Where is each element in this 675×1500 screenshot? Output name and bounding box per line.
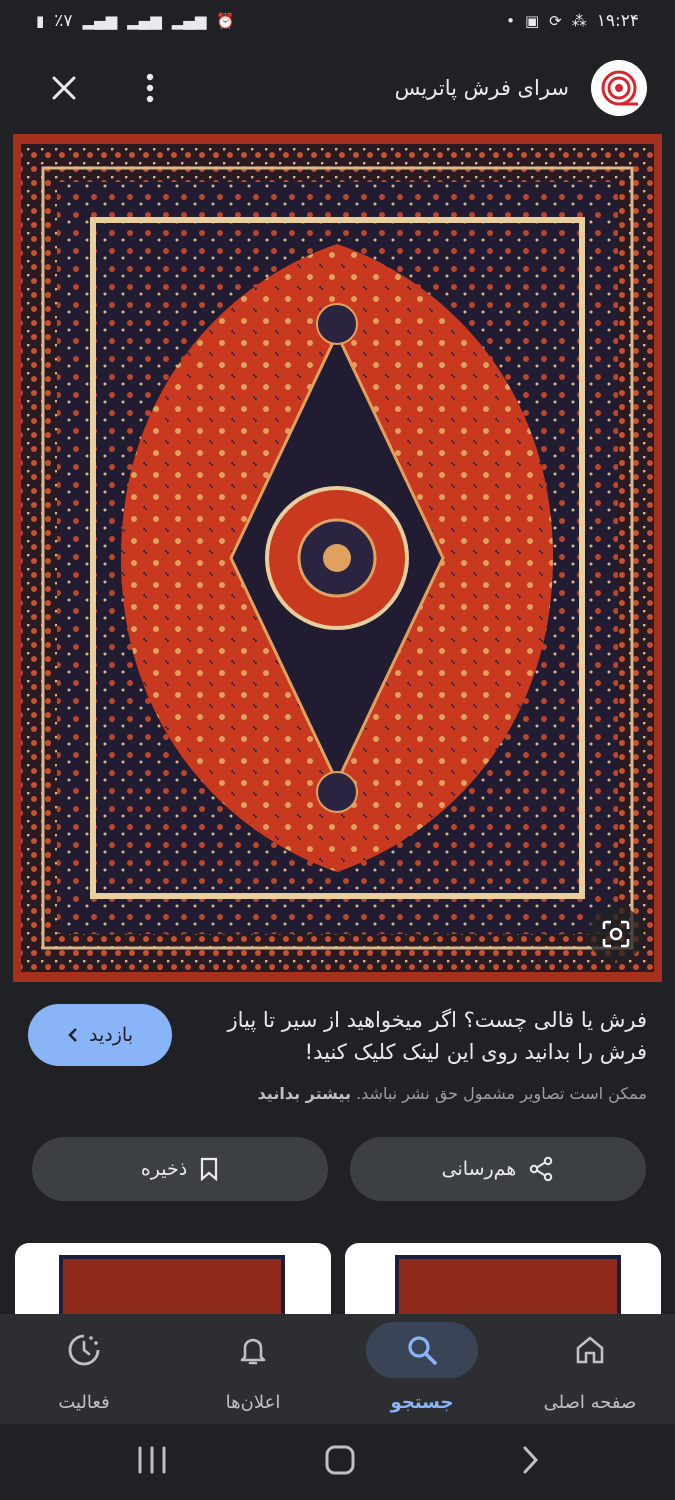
status-left: ▮ ٪۷ ▂▄▆ ▂▄▆ ▂▄▆ ⏰ — [36, 11, 235, 31]
related-rug-thumbnail — [395, 1255, 621, 1323]
share-button[interactable]: هم‌رسانی — [350, 1137, 646, 1201]
back-button[interactable] — [500, 1438, 560, 1482]
apps-icon: ⁂ — [571, 11, 587, 30]
site-logo — [591, 60, 647, 116]
result-info: بازدید فرش یا قالی چست؟ اگر میخواهید از … — [0, 1000, 675, 1120]
copyright-notice: ممکن است تصاویر مشمول حق نشر نباشد. بیشت… — [47, 1084, 647, 1103]
nav-label-notifications: اعلان‌ها — [225, 1392, 281, 1413]
close-button[interactable] — [44, 68, 84, 108]
battery-icon: ▮ — [36, 11, 45, 30]
status-bar: ▮ ٪۷ ▂▄▆ ▂▄▆ ▂▄▆ ⏰ • ▣ ⟳ ⁂ ۱۹:۲۴ — [0, 0, 675, 42]
save-button[interactable]: ذخیره — [32, 1137, 328, 1201]
system-navigation-bar — [0, 1424, 675, 1500]
lens-button[interactable] — [588, 906, 644, 962]
nav-label-search: جستجو — [390, 1392, 454, 1413]
chevron-left-icon — [68, 1028, 77, 1042]
nav-label-activity: فعالیت — [58, 1392, 110, 1413]
share-icon — [530, 1156, 553, 1182]
share-label: هم‌رسانی — [441, 1158, 517, 1180]
home-square-icon — [325, 1445, 355, 1475]
lens-icon — [602, 920, 630, 948]
result-title[interactable]: فرش یا قالی چست؟ اگر میخواهید از سیر تا … — [197, 1004, 647, 1068]
more-vert-icon — [146, 73, 154, 103]
close-icon — [52, 76, 76, 100]
nav-item-search[interactable]: جستجو — [338, 1322, 506, 1422]
nav-pill-search — [366, 1322, 478, 1378]
rug-image[interactable] — [13, 134, 662, 982]
related-image-card[interactable] — [345, 1243, 661, 1323]
chevron-right-icon — [523, 1446, 539, 1474]
signal-4g-icon: ▂▄▆ — [127, 11, 162, 30]
site-name: سرای فرش پاتریس — [394, 76, 569, 100]
battery-level: ٪۷ — [54, 11, 73, 31]
rug-roll-logo-icon — [601, 70, 638, 106]
visit-label: بازدید — [89, 1024, 133, 1046]
signal-icon: ▂▄▆ — [82, 11, 118, 30]
alarm-icon: ⏰ — [216, 11, 236, 30]
status-time: ۱۹:۲۴ — [596, 11, 639, 31]
learn-more-link[interactable]: بیشتر بدانید — [258, 1084, 351, 1103]
rug-illustration — [13, 134, 662, 982]
signal-icon-2: ▂▄▆ — [171, 11, 207, 30]
home-icon — [576, 1336, 604, 1364]
more-options-button[interactable] — [130, 68, 170, 108]
nav-item-home[interactable]: صفحه اصلی — [506, 1322, 674, 1422]
app-notification-icon: ▣ — [524, 11, 540, 30]
bookmark-icon — [201, 1157, 218, 1181]
home-system-button[interactable] — [310, 1438, 370, 1482]
dot-icon: • — [506, 11, 515, 30]
nav-pill-notifications — [197, 1322, 309, 1378]
activity-icon — [68, 1334, 100, 1366]
copyright-text: ممکن است تصاویر مشمول حق نشر نباشد. — [356, 1084, 647, 1103]
related-image-card[interactable] — [15, 1243, 331, 1323]
visit-button[interactable]: بازدید — [28, 1004, 172, 1066]
nav-pill-home — [534, 1322, 646, 1378]
nav-label-home: صفحه اصلی — [543, 1392, 637, 1413]
nav-item-activity[interactable]: فعالیت — [0, 1322, 168, 1422]
search-icon — [408, 1336, 437, 1365]
nav-pill-activity — [28, 1322, 140, 1378]
status-right: • ▣ ⟳ ⁂ ۱۹:۲۴ — [506, 11, 639, 31]
related-rug-thumbnail — [59, 1255, 285, 1323]
recent-apps-icon — [138, 1446, 166, 1474]
recent-apps-button[interactable] — [122, 1438, 182, 1482]
site-info[interactable]: سرای فرش پاتریس — [395, 60, 647, 116]
save-label: ذخیره — [140, 1158, 188, 1180]
bottom-navigation: صفحه اصلی جستجو اعلان‌ها — [0, 1314, 675, 1424]
image-viewer-header: سرای فرش پاتریس — [0, 42, 675, 134]
bell-icon — [240, 1338, 266, 1365]
sync-icon: ⟳ — [549, 11, 562, 30]
nav-item-notifications[interactable]: اعلان‌ها — [169, 1322, 337, 1422]
header-actions — [44, 68, 170, 108]
